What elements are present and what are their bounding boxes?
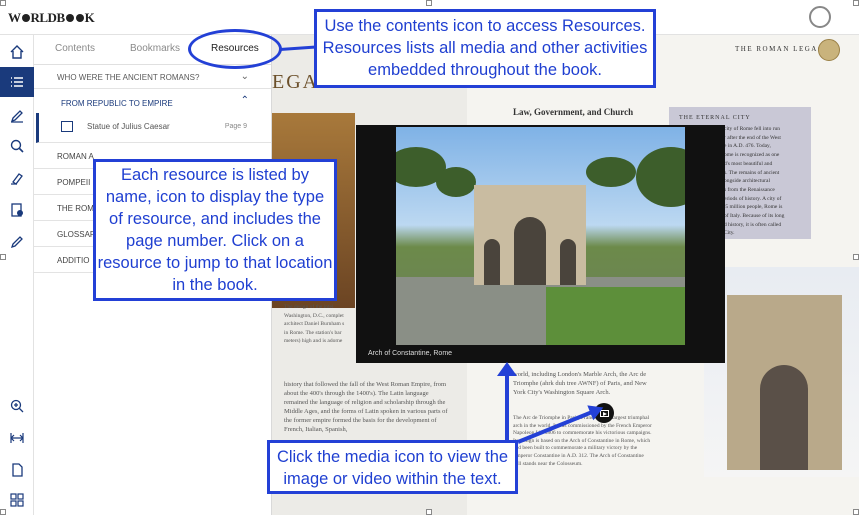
callout-line: page number. Click on a xyxy=(126,232,304,250)
arch-opening xyxy=(760,365,808,470)
chevron-up-icon[interactable]: ⌃ xyxy=(241,95,249,106)
lawn xyxy=(546,287,685,345)
text-line: architect Daniel Burnham s xyxy=(284,321,345,327)
callout-line: Use the contents icon to access Resource… xyxy=(324,17,646,35)
section-title: WHO WERE THE ANCIENT ROMANS? xyxy=(57,73,200,82)
fit-width-icon[interactable] xyxy=(0,423,34,453)
tool-rail xyxy=(0,35,34,515)
selection-handle xyxy=(0,509,6,515)
callout-contents: Use the contents icon to access Resource… xyxy=(314,9,656,88)
arch-opening xyxy=(514,217,546,285)
right-caption: The Arc de Triomphe in Paris, France, is… xyxy=(513,415,652,467)
arch-opening xyxy=(484,239,500,285)
text-line: r after the end of the West xyxy=(724,134,781,141)
selection-handle xyxy=(853,254,859,260)
search-icon[interactable] xyxy=(0,131,34,161)
running-head: THE ROMAN LEGACY xyxy=(735,45,831,53)
callout-line: of resource, and includes the xyxy=(109,210,321,228)
tab-bookmarks[interactable]: Bookmarks xyxy=(130,43,180,54)
sidebar-text: city of Rome fell into run r after the en… xyxy=(724,125,809,238)
callout-media: Click the media icon to view the image o… xyxy=(267,440,518,494)
text-line: s. The remains of ancient xyxy=(724,169,780,176)
media-caption: Arch of Constantine, Rome xyxy=(368,350,453,357)
callout-line: name, icon to display the type xyxy=(105,188,325,206)
right-body-text: world, including London's Marble Arch, t… xyxy=(513,371,647,396)
highlight-icon[interactable] xyxy=(0,163,34,193)
arch-of-constantine-photo xyxy=(396,127,685,345)
subsection-title: FROM REPUBLIC TO EMPIRE xyxy=(61,99,173,108)
callout-resources: Each resource is listed by name, icon to… xyxy=(93,159,337,301)
sidebar-title: THE ETERNAL CITY xyxy=(679,115,751,121)
text-line: city of Rome fell into run xyxy=(724,126,781,132)
pen-icon[interactable] xyxy=(0,227,34,257)
tab-resources[interactable]: Resources xyxy=(211,43,259,54)
text-line: in Rome. The station's bar xyxy=(284,329,342,336)
section-heading: Law, Government, and Church xyxy=(513,107,634,117)
selection-handle xyxy=(426,0,432,6)
media-viewer[interactable]: Arch of Constantine, Rome xyxy=(356,125,725,363)
image-resource-icon xyxy=(61,121,73,132)
contents-icon[interactable] xyxy=(0,67,34,97)
text-line: City. xyxy=(724,230,735,237)
world-book-logo[interactable]: W RLDB K xyxy=(8,10,95,26)
text-line: of Italy. Because of its long xyxy=(724,213,785,220)
tree xyxy=(436,167,476,197)
resource-item[interactable]: Statue of Julius Caesar Page 9 xyxy=(36,113,271,143)
selection-handle xyxy=(0,0,6,6)
selection-handle xyxy=(853,509,859,515)
text-line: s from the Renaissance xyxy=(724,186,775,193)
callout-line: in the book. xyxy=(172,276,258,294)
arrow-to-viewer xyxy=(497,362,517,440)
page-icon[interactable] xyxy=(0,455,34,485)
callout-line: Each resource is listed by xyxy=(120,166,309,184)
text-line: e in A.D. 476. Today, xyxy=(724,143,771,150)
user-icon[interactable] xyxy=(809,6,831,28)
add-note-icon[interactable] xyxy=(0,195,34,225)
notes-icon[interactable] xyxy=(0,101,34,131)
text-line: Washington, D.C., complet xyxy=(284,312,344,319)
selection-handle xyxy=(853,0,859,6)
text-line: d history, it is often called xyxy=(724,221,782,228)
left-body-text: history that followed the fall of the We… xyxy=(284,381,448,433)
resource-page: Page 9 xyxy=(224,123,247,130)
text-line: ome is recognized as one xyxy=(724,152,780,159)
left-caption: The design of the intei Washington, D.C.,… xyxy=(284,303,364,346)
zoom-in-icon[interactable] xyxy=(0,391,34,421)
tree xyxy=(636,147,685,207)
selection-handle xyxy=(0,254,6,260)
text-line: eriods of history. A city of xyxy=(724,195,782,202)
chevron-down-icon[interactable]: ⌄ xyxy=(241,71,249,82)
arch-opening xyxy=(560,239,576,285)
home-icon[interactable] xyxy=(0,37,34,67)
callout-line: image or video within the text. xyxy=(283,470,502,488)
text-line: meters) high and is adorne xyxy=(284,338,343,344)
tree xyxy=(586,157,636,187)
resource-label: Statue of Julius Caesar xyxy=(87,122,170,131)
callout-line: Click the media icon to view the xyxy=(276,448,509,466)
coin-image xyxy=(818,39,840,61)
text-line: .5 million people, Rome is xyxy=(724,204,783,211)
text-line: The design of the intei xyxy=(284,304,334,310)
callout-line: embedded throughout the book. xyxy=(368,61,602,79)
selection-handle xyxy=(426,509,432,515)
tab-contents[interactable]: Contents xyxy=(55,43,95,54)
text-line: ongside architectural xyxy=(724,178,770,185)
callout-line: Resources lists all media and other acti… xyxy=(322,39,648,57)
text-line: d's most beautiful and xyxy=(724,160,773,167)
callout-line: resource to jump to that location xyxy=(97,254,333,272)
subsection-header[interactable]: FROM REPUBLIC TO EMPIRE ⌃ xyxy=(34,89,271,113)
